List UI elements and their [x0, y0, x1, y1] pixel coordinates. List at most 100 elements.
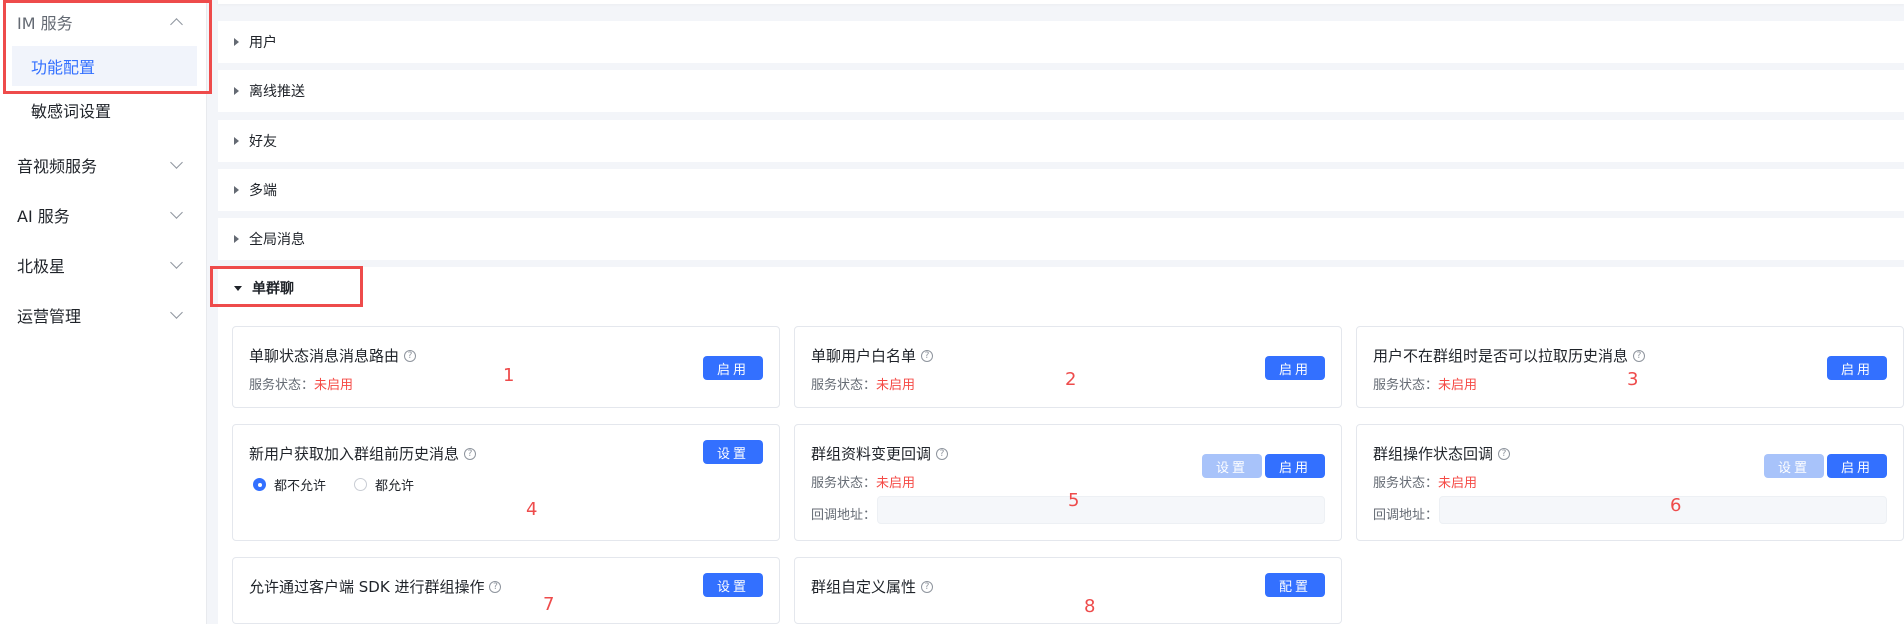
sidebar-group-polaris[interactable]: 北极星: [0, 247, 207, 283]
annotation-number: 1: [503, 365, 515, 386]
enable-button[interactable]: 启用: [1827, 454, 1888, 478]
status-label: 服务状态：: [1373, 476, 1439, 491]
sidebar-group-label: 运营管理: [17, 307, 82, 326]
annotation-number: 4: [526, 499, 538, 520]
section-label: 全局消息: [249, 232, 305, 248]
card-title: 群组资料变更回调?: [811, 443, 949, 464]
card-title: 允许通过客户端 SDK 进行群组操作?: [249, 576, 502, 597]
question-circle-icon[interactable]: ?: [1498, 447, 1511, 460]
callback-url-label: 回调地址：: [1373, 508, 1439, 523]
annotation-number: 5: [1068, 490, 1080, 511]
sidebar-item-sensitive-words[interactable]: 敏感词设置: [12, 90, 197, 130]
status-label: 服务状态：: [811, 378, 877, 393]
card-title-text: 单聊用户白名单: [811, 347, 917, 365]
radio-label: 都允许: [375, 479, 415, 494]
annotation-number: 8: [1084, 596, 1096, 617]
annotation-number: 2: [1065, 369, 1077, 390]
caret-down-icon: [234, 285, 242, 291]
section-label: 多端: [249, 183, 277, 199]
section-header-friends[interactable]: 好友: [218, 120, 1904, 162]
card-title-text: 群组资料变更回调: [811, 445, 932, 463]
sidebar-group-label: AI 服务: [17, 207, 70, 226]
caret-right-icon: [234, 38, 239, 46]
section-body-single-group-chat: 单聊状态消息消息路由? 服务状态：未启用 启用 1 单聊用户白名单? 服务状态：…: [218, 306, 1904, 624]
sidebar-item-feature-config[interactable]: 功能配置: [12, 46, 197, 86]
service-status: 服务状态：未启用: [1373, 374, 1477, 393]
section-header-user[interactable]: 用户: [218, 21, 1904, 63]
status-label: 服务状态：: [811, 476, 877, 491]
radio-label: 都不允许: [274, 479, 327, 494]
enable-button[interactable]: 启用: [1265, 454, 1326, 478]
section-header-multi-device[interactable]: 多端: [218, 169, 1904, 211]
status-value: 未启用: [1438, 476, 1478, 491]
feature-card: 群组自定义属性? 配置 8: [794, 557, 1342, 624]
chevron-down-icon: [170, 156, 183, 169]
sidebar-group-label: 北极星: [17, 257, 66, 276]
history-permission-radio-group: 都不允许 都允许: [253, 475, 414, 494]
card-title-text: 允许通过客户端 SDK 进行群组操作: [249, 578, 485, 596]
section-header-global-message[interactable]: 全局消息: [218, 218, 1904, 260]
settings-button[interactable]: 设置: [703, 440, 764, 464]
callback-url-input[interactable]: [877, 496, 1325, 524]
sidebar-group-ai[interactable]: AI 服务: [0, 197, 207, 233]
status-value: 未启用: [876, 378, 916, 393]
section-label: 离线推送: [249, 84, 305, 100]
settings-button[interactable]: 设置: [1764, 454, 1825, 478]
enable-button[interactable]: 启用: [1827, 356, 1888, 380]
feature-card: 群组资料变更回调? 服务状态：未启用 设置 启用 回调地址： 5: [794, 424, 1342, 541]
feature-card: 单聊用户白名单? 服务状态：未启用 启用 2: [794, 326, 1342, 408]
status-value: 未启用: [1438, 378, 1478, 393]
card-title-text: 群组自定义属性: [811, 578, 917, 596]
enable-button[interactable]: 启用: [1265, 356, 1326, 380]
settings-button[interactable]: 设置: [1202, 454, 1263, 478]
card-title: 群组自定义属性?: [811, 576, 934, 597]
feature-card: 用户不在群组时是否可以拉取历史消息? 服务状态：未启用 启用 3: [1356, 326, 1904, 408]
radio-allow-all[interactable]: [354, 478, 368, 491]
service-status: 服务状态：未启用: [1373, 472, 1477, 491]
question-circle-icon[interactable]: ?: [489, 580, 502, 593]
status-label: 服务状态：: [249, 378, 315, 393]
question-circle-icon[interactable]: ?: [464, 447, 477, 460]
annotation-number: 3: [1627, 369, 1639, 390]
annotation-number: 7: [543, 594, 555, 615]
card-title: 新用户获取加入群组前历史消息?: [249, 443, 477, 464]
section-label: 好友: [249, 134, 277, 150]
card-title: 单聊状态消息消息路由?: [249, 345, 417, 366]
section-header-offline-push[interactable]: 离线推送: [218, 70, 1904, 112]
callback-url-input[interactable]: [1439, 496, 1887, 524]
chevron-down-icon: [170, 256, 183, 269]
feature-card: 新用户获取加入群组前历史消息? 设置 都不允许 都允许 4: [232, 424, 780, 541]
service-status: 服务状态：未启用: [249, 374, 353, 393]
card-title-text: 用户不在群组时是否可以拉取历史消息: [1373, 347, 1629, 365]
status-label: 服务状态：: [1373, 378, 1439, 393]
caret-right-icon: [234, 87, 239, 95]
enable-button[interactable]: 启用: [703, 356, 764, 380]
question-circle-icon[interactable]: ?: [404, 349, 417, 362]
chevron-up-icon: [170, 18, 183, 31]
card-title: 单聊用户白名单?: [811, 345, 934, 366]
section-label: 单群聊: [252, 281, 294, 297]
question-circle-icon[interactable]: ?: [921, 580, 934, 593]
feature-card: 群组操作状态回调? 服务状态：未启用 设置 启用 回调地址： 6: [1356, 424, 1904, 541]
card-title: 用户不在群组时是否可以拉取历史消息?: [1373, 345, 1646, 366]
service-status: 服务状态：未启用: [811, 472, 915, 491]
sidebar-group-label: IM 服务: [17, 14, 73, 33]
sidebar-group-im[interactable]: IM 服务: [0, 4, 207, 40]
chevron-down-icon: [170, 306, 183, 319]
card-title-text: 群组操作状态回调: [1373, 445, 1494, 463]
question-circle-icon[interactable]: ?: [921, 349, 934, 362]
question-circle-icon[interactable]: ?: [1633, 349, 1646, 362]
feature-card: 允许通过客户端 SDK 进行群组操作? 设置 7: [232, 557, 780, 624]
caret-right-icon: [234, 186, 239, 194]
card-title-text: 新用户获取加入群组前历史消息: [249, 445, 460, 463]
chevron-down-icon: [170, 206, 183, 219]
question-circle-icon[interactable]: ?: [936, 447, 949, 460]
section-label: 用户: [249, 35, 277, 51]
sidebar-group-operations[interactable]: 运营管理: [0, 297, 207, 333]
caret-right-icon: [234, 235, 239, 243]
radio-deny-all[interactable]: [253, 478, 266, 491]
settings-button[interactable]: 设置: [703, 573, 764, 597]
section-header-single-group-chat[interactable]: 单群聊: [218, 267, 1904, 309]
sidebar-group-audio-video[interactable]: 音视频服务: [0, 147, 207, 183]
configure-button[interactable]: 配置: [1265, 573, 1326, 597]
